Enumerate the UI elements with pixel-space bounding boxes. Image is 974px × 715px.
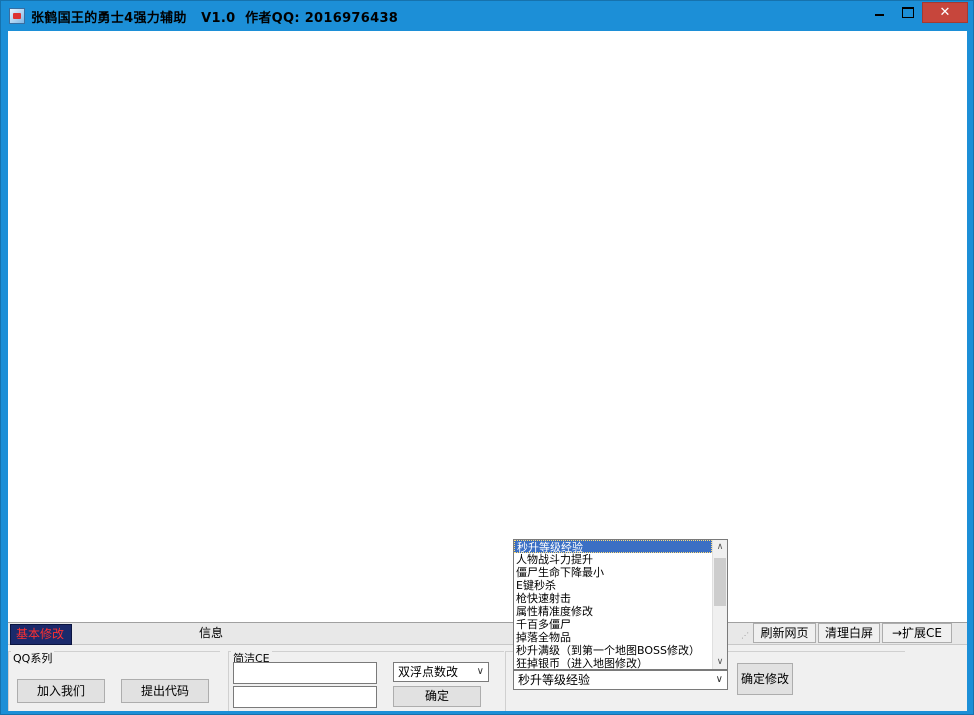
mod-dropdown-list[interactable]: 秒升等级经验 人物战斗力提升 僵尸生命下降最小 E键秒杀 枪快速射击 属性精准度修改 千百多…: [513, 539, 728, 670]
mod-list-item[interactable]: 掉落全物品: [514, 631, 712, 644]
title-bar[interactable]: 张鹤国王的勇士4强力辅助 V1.0 作者QQ: 2016976438 ✕: [1, 1, 973, 31]
tab-basic-modify[interactable]: 基本修改: [10, 624, 72, 645]
scroll-up-icon[interactable]: ∧: [713, 540, 727, 554]
tab-strip: 基本修改 信息 ⋰ 刷新网页 清理白屏 →扩展CE: [8, 623, 967, 645]
ce-type-selected: 双浮点数改: [398, 665, 459, 679]
mod-list-item[interactable]: 人物战斗力提升: [514, 553, 712, 566]
mod-list-item[interactable]: 狂掉银币（进入地图修改）: [514, 657, 712, 670]
mod-combo-box[interactable]: 秒升等级经验 ∨: [513, 670, 728, 690]
qq-group-label: QQ系列: [11, 650, 55, 666]
chevron-down-icon: ∨: [476, 666, 484, 677]
mod-items: 秒升等级经验 人物战斗力提升 僵尸生命下降最小 E键秒杀 枪快速射击 属性精准度修改 千百多…: [514, 540, 727, 670]
dropdown-scrollbar[interactable]: ∧ ∨: [712, 540, 727, 669]
clear-white-screen-button[interactable]: 清理白屏: [818, 623, 880, 643]
ce-confirm-button[interactable]: 确定: [393, 686, 481, 707]
chevron-down-icon: ∨: [715, 674, 723, 685]
confirm-modify-button[interactable]: 确定修改: [737, 663, 793, 695]
close-button[interactable]: ✕: [922, 2, 968, 23]
resize-grip-icon: ⋰: [741, 631, 749, 640]
refresh-page-button[interactable]: 刷新网页: [753, 623, 816, 643]
mod-list-item[interactable]: 秒升满级（到第一个地图BOSS修改）: [514, 644, 712, 657]
mod-combo-value: 秒升等级经验: [518, 673, 591, 687]
mod-list-item[interactable]: E键秒杀: [514, 579, 712, 592]
tab-info[interactable]: 信息: [194, 624, 234, 645]
maximize-button[interactable]: [894, 2, 920, 23]
mod-list-item[interactable]: 枪快速射击: [514, 592, 712, 605]
mod-list-item[interactable]: 僵尸生命下降最小: [514, 566, 712, 579]
mod-list-item[interactable]: 秒升等级经验: [514, 540, 712, 553]
join-us-button[interactable]: 加入我们: [17, 679, 105, 703]
app-icon[interactable]: [9, 8, 25, 24]
extend-ce-button[interactable]: →扩展CE: [882, 623, 952, 643]
ce-address-input[interactable]: [233, 662, 377, 684]
scroll-down-icon[interactable]: ∨: [713, 655, 727, 669]
submit-code-button[interactable]: 提出代码: [121, 679, 209, 703]
client-area: 基本修改 信息 ⋰ 刷新网页 清理白屏 →扩展CE QQ系列 加入我们 提出代码…: [8, 31, 967, 711]
window-title: 张鹤国王的勇士4强力辅助 V1.0 作者QQ: 2016976438: [31, 11, 399, 26]
minimize-button[interactable]: [866, 2, 892, 23]
ce-value-input[interactable]: [233, 686, 377, 708]
mod-list-item[interactable]: 千百多僵尸: [514, 618, 712, 631]
game-browser-view[interactable]: [8, 31, 967, 623]
ce-type-select[interactable]: 双浮点数改 ∨: [393, 662, 489, 682]
scroll-thumb[interactable]: [714, 558, 726, 606]
mod-list-item[interactable]: 属性精准度修改: [514, 605, 712, 618]
app-window: 张鹤国王的勇士4强力辅助 V1.0 作者QQ: 2016976438 ✕ 基本修…: [0, 0, 974, 715]
